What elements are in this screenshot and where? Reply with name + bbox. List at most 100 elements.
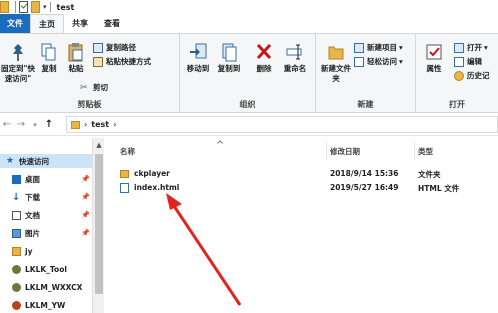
- recent-locations-icon[interactable]: ▾: [28, 121, 42, 129]
- paste-button[interactable]: 粘贴: [64, 42, 88, 74]
- tab-share[interactable]: 共享: [64, 14, 96, 33]
- column-header-type[interactable]: 类型: [418, 146, 433, 157]
- file-modified: 2019/5/27 16:49: [330, 183, 399, 192]
- paste-shortcut-button[interactable]: 粘贴快捷方式: [93, 56, 151, 67]
- pin-quick-access-button[interactable]: 固定到"快速访问": [0, 42, 36, 84]
- nav-item-label: 文档: [25, 210, 40, 220]
- history-button[interactable]: 历史记: [454, 70, 490, 81]
- clipboard-group-label: 剪贴板: [77, 100, 102, 109]
- rename-icon: [286, 42, 304, 62]
- document-icon: [12, 210, 21, 220]
- open-group: 属性 打开 ▾ 编辑 历史记 打开: [416, 34, 498, 112]
- new-folder-icon[interactable]: [31, 1, 40, 13]
- drive-icon: [12, 282, 21, 292]
- open-icon: [454, 42, 464, 53]
- paste-shortcut-label: 粘贴快捷方式: [106, 57, 151, 66]
- copy-path-button[interactable]: 复制路径: [93, 42, 136, 53]
- up-arrow-icon[interactable]: ↑: [42, 119, 56, 130]
- back-arrow-icon[interactable]: ←: [0, 119, 14, 130]
- properties-button[interactable]: 属性: [422, 42, 446, 74]
- column-divider[interactable]: [326, 142, 327, 160]
- file-name: index.html: [134, 183, 180, 192]
- edit-button[interactable]: 编辑: [454, 56, 482, 67]
- nav-item-label: LKLM_WXXCX: [25, 282, 83, 292]
- file-type: HTML 文件: [418, 184, 460, 193]
- nav-item-quick-access[interactable]: ★ 快速访问: [0, 154, 92, 168]
- column-header-modified[interactable]: 修改日期: [330, 146, 360, 157]
- properties-check-icon[interactable]: [19, 1, 28, 13]
- new-group: 新建文件夹 新建项目 ▾ 轻松访问 ▾ 新建: [316, 34, 416, 112]
- easy-access-button[interactable]: 轻松访问 ▾: [354, 56, 403, 67]
- ribbon-tabs: 文件 主页 共享 查看: [0, 14, 498, 33]
- delete-button[interactable]: 删除: [252, 42, 276, 74]
- tab-view[interactable]: 查看: [96, 14, 128, 33]
- organize-group: 移动到 复制到 删除 重命名 组织: [180, 34, 316, 112]
- nav-item-lklk-tool[interactable]: LKLK_Tool: [12, 262, 92, 276]
- nav-item-pictures[interactable]: 图片 📌: [12, 226, 92, 240]
- drive-icon: [12, 300, 21, 310]
- scissors-icon: ✂: [80, 82, 88, 93]
- new-item-label: 新建项目: [367, 43, 397, 52]
- nav-item-desktop[interactable]: 桌面 📌: [12, 172, 92, 186]
- tab-home[interactable]: 主页: [30, 14, 64, 33]
- column-header-name[interactable]: 名称: [120, 146, 135, 157]
- address-bar[interactable]: › test ›: [66, 116, 498, 133]
- address-path: test: [91, 120, 110, 129]
- customize-quick-access-icon[interactable]: ▾: [43, 3, 47, 11]
- pin-icon[interactable]: 📌: [81, 175, 90, 183]
- new-item-button[interactable]: 新建项目 ▾: [354, 42, 403, 53]
- open-button[interactable]: 打开 ▾: [454, 42, 488, 53]
- paste-icon: [67, 42, 85, 62]
- folder-icon: [12, 246, 21, 256]
- clipboard-group: 固定到"快速访问" 复制 粘贴 复制路径 粘贴快捷方式 ✂ 剪切 剪贴板: [0, 34, 180, 112]
- file-list: ^ 名称 修改日期 类型 ckplayer 2018/9/14 15:36 文件…: [104, 138, 498, 313]
- nav-item-label: 下载: [25, 192, 40, 202]
- open-group-label: 打开: [449, 100, 465, 109]
- tab-file[interactable]: 文件: [0, 14, 30, 33]
- table-row[interactable]: index.html 2019/5/27 16:49 HTML 文件: [118, 182, 488, 195]
- nav-item-label: LKLM_YW: [25, 300, 66, 310]
- table-row[interactable]: ckplayer 2018/9/14 15:36 文件夹: [118, 168, 488, 181]
- new-item-icon: [354, 42, 364, 53]
- copy-icon: [40, 42, 58, 62]
- address-bar-row: ← → ▾ ↑ › test ›: [0, 114, 498, 136]
- forward-arrow-icon[interactable]: →: [14, 119, 28, 130]
- cut-button[interactable]: ✂ 剪切: [80, 82, 108, 93]
- navigation-pane: ★ 快速访问 桌面 📌 ↓ 下载 📌 文档 📌 图片 📌 jy LKLK_Too…: [0, 138, 92, 313]
- easy-access-dropdown-icon: ▾: [399, 57, 403, 66]
- easy-access-label: 轻松访问: [367, 57, 397, 66]
- html-file-icon: [120, 183, 129, 193]
- easy-access-icon: [354, 56, 364, 67]
- nav-item-lklm-wxxcx[interactable]: LKLM_WXXCX: [12, 280, 92, 294]
- nav-item-label: jy: [25, 246, 33, 256]
- paste-label: 粘贴: [68, 64, 84, 73]
- edit-icon: [454, 56, 464, 67]
- nav-scrollbar[interactable]: ▲: [92, 138, 104, 313]
- pin-icon[interactable]: 📌: [81, 211, 90, 219]
- chevron-right-icon[interactable]: ›: [113, 120, 116, 129]
- chevron-right-icon[interactable]: ›: [84, 120, 87, 129]
- nav-item-downloads[interactable]: ↓ 下载 📌: [12, 190, 92, 204]
- new-folder-button[interactable]: 新建文件夹: [320, 42, 352, 84]
- delete-x-icon: [255, 42, 273, 62]
- delete-label: 删除: [256, 64, 272, 73]
- pin-icon[interactable]: 📌: [81, 229, 90, 237]
- nav-item-documents[interactable]: 文档 📌: [12, 208, 92, 222]
- nav-item-jy[interactable]: jy: [12, 244, 92, 258]
- copy-to-icon: [220, 42, 238, 62]
- properties-label: 属性: [426, 64, 442, 73]
- copy-button[interactable]: 复制: [38, 42, 60, 74]
- rename-button[interactable]: 重命名: [280, 42, 310, 74]
- pin-icon[interactable]: 📌: [81, 193, 90, 201]
- column-divider[interactable]: [414, 142, 415, 160]
- nav-item-label: 快速访问: [19, 156, 49, 166]
- file-name: ckplayer: [134, 169, 170, 178]
- nav-item-lklm-yw[interactable]: LKLM_YW: [12, 298, 92, 312]
- file-modified: 2018/9/14 15:36: [330, 169, 399, 178]
- title-bar: ▾ test: [0, 0, 498, 14]
- move-to-button[interactable]: 移动到: [184, 42, 212, 74]
- scrollbar-thumb[interactable]: [95, 154, 103, 294]
- copy-to-button[interactable]: 复制到: [214, 42, 244, 74]
- copy-label: 复制: [41, 64, 57, 73]
- new-folder-icon: [327, 42, 345, 62]
